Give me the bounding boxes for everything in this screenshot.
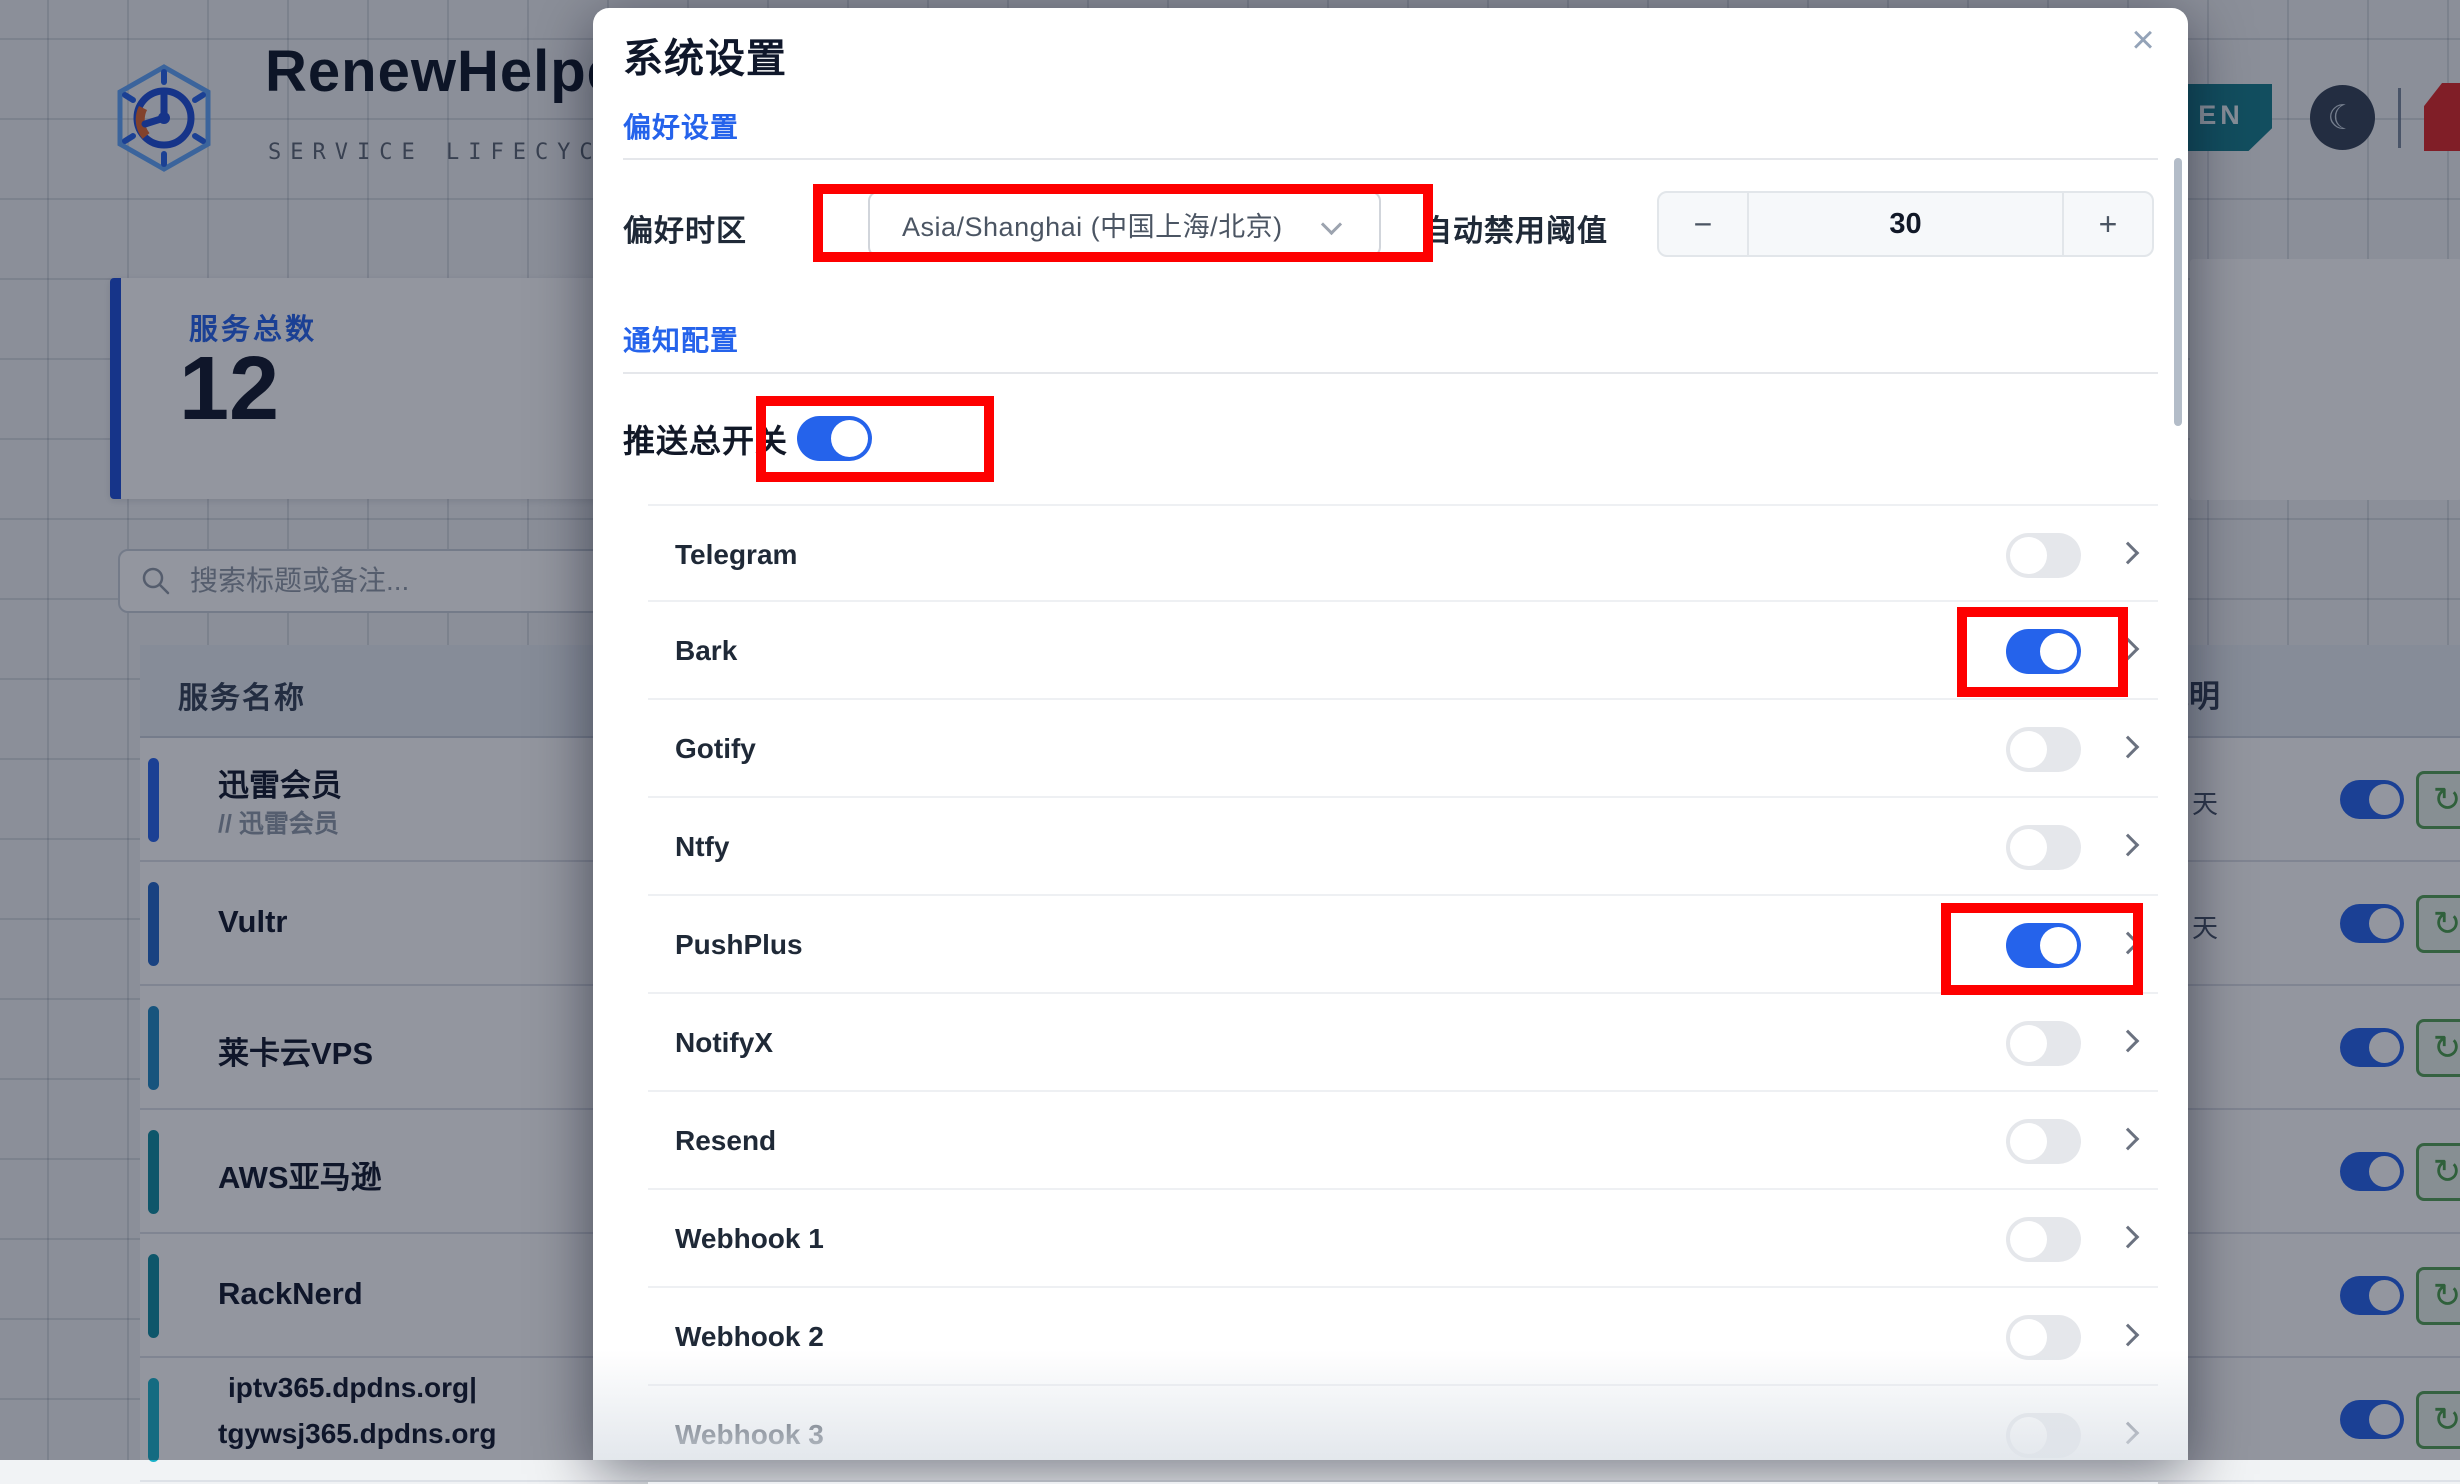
gotify-toggle[interactable] (2006, 727, 2081, 772)
chevron-right-icon[interactable] (2117, 932, 2140, 955)
channel-label: NotifyX (675, 1027, 773, 1059)
channel-label: Resend (675, 1125, 776, 1157)
divider (623, 372, 2158, 374)
section-notifications: 通知配置 (623, 319, 739, 359)
chevron-right-icon[interactable] (2117, 1030, 2140, 1053)
channel-row-ntfy[interactable]: Ntfy (648, 798, 2158, 896)
decrement-button[interactable]: − (1659, 193, 1749, 255)
threshold-label: 自动禁用阈值 (1422, 206, 1608, 250)
telegram-toggle[interactable] (2006, 533, 2081, 578)
threshold-value: 30 (1749, 193, 2062, 255)
toggle-knob (2040, 927, 2077, 964)
divider (623, 158, 2158, 160)
toggle-knob (2010, 537, 2047, 574)
system-settings-modal: 系统设置 × 偏好设置 偏好时区 Asia/Shanghai (中国上海/北京)… (593, 8, 2188, 1460)
webhook-1-toggle[interactable] (2006, 1217, 2081, 1262)
channel-row-pushplus[interactable]: PushPlus (648, 896, 2158, 994)
chevron-right-icon[interactable] (2117, 1324, 2140, 1347)
chevron-right-icon[interactable] (2117, 736, 2140, 759)
channel-row-telegram[interactable]: Telegram (648, 504, 2158, 602)
webhook-2-toggle[interactable] (2006, 1315, 2081, 1360)
timezone-value: Asia/Shanghai (中国上海/北京) (902, 205, 1283, 244)
section-preferences: 偏好设置 (623, 106, 739, 146)
chevron-right-icon[interactable] (2117, 638, 2140, 661)
master-toggle[interactable] (797, 416, 872, 461)
increment-button[interactable]: + (2062, 193, 2152, 255)
toggle-knob (2010, 731, 2047, 768)
channel-row-gotify[interactable]: Gotify (648, 700, 2158, 798)
channel-label: Webhook 2 (675, 1321, 824, 1353)
timezone-select[interactable]: Asia/Shanghai (中国上海/北京) (868, 191, 1381, 257)
chevron-right-icon[interactable] (2117, 1422, 2140, 1445)
channel-row-webhook-2[interactable]: Webhook 2 (648, 1288, 2158, 1386)
webhook-3-toggle[interactable] (2006, 1413, 2081, 1458)
channel-row-webhook-3[interactable]: Webhook 3 (648, 1386, 2158, 1484)
toggle-knob (2010, 829, 2047, 866)
chevron-right-icon[interactable] (2117, 542, 2140, 565)
toggle-knob (2040, 633, 2077, 670)
master-switch-label: 推送总开关 (623, 416, 788, 462)
pushplus-toggle[interactable] (2006, 923, 2081, 968)
modal-title: 系统设置 (623, 26, 787, 84)
timezone-label: 偏好时区 (623, 206, 747, 250)
toggle-knob (2010, 1025, 2047, 1062)
channel-label: Ntfy (675, 831, 729, 863)
notifyx-toggle[interactable] (2006, 1021, 2081, 1066)
channel-label: Webhook 1 (675, 1223, 824, 1255)
channel-label: Gotify (675, 733, 756, 765)
channel-row-webhook-1[interactable]: Webhook 1 (648, 1190, 2158, 1288)
channel-label: PushPlus (675, 929, 803, 961)
channel-label: Telegram (675, 539, 797, 571)
ntfy-toggle[interactable] (2006, 825, 2081, 870)
toggle-knob (831, 420, 868, 457)
bark-toggle[interactable] (2006, 629, 2081, 674)
chevron-right-icon[interactable] (2117, 834, 2140, 857)
channel-row-notifyx[interactable]: NotifyX (648, 994, 2158, 1092)
close-icon[interactable]: × (2121, 18, 2165, 62)
channel-label: Bark (675, 635, 737, 667)
resend-toggle[interactable] (2006, 1119, 2081, 1164)
toggle-knob (2010, 1221, 2047, 1258)
channel-row-bark[interactable]: Bark (648, 602, 2158, 700)
toggle-knob (2010, 1417, 2047, 1454)
chevron-down-icon (1321, 214, 1342, 235)
chevron-right-icon[interactable] (2117, 1128, 2140, 1151)
threshold-stepper: − 30 + (1657, 191, 2154, 257)
toggle-knob (2010, 1319, 2047, 1356)
modal-scrollbar-thumb[interactable] (2174, 158, 2182, 426)
chevron-right-icon[interactable] (2117, 1226, 2140, 1249)
toggle-knob (2010, 1123, 2047, 1160)
channel-label: Webhook 3 (675, 1419, 824, 1451)
channel-row-resend[interactable]: Resend (648, 1092, 2158, 1190)
